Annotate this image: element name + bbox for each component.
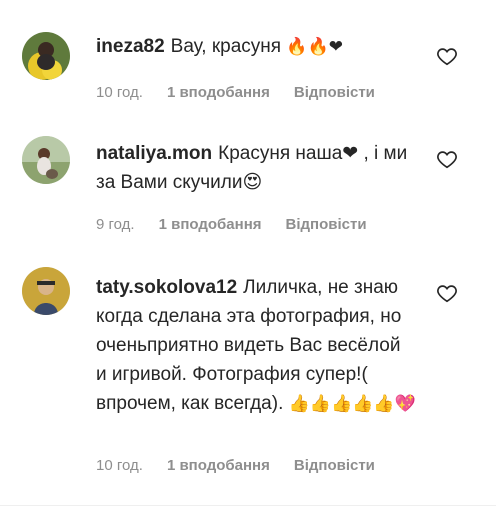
avatar[interactable]	[22, 136, 70, 184]
comment-time[interactable]: 10 год.	[96, 84, 143, 101]
avatar-image-icon	[22, 267, 70, 315]
comment-likes[interactable]: 1 вподобання	[167, 457, 270, 474]
comment-likes[interactable]: 1 вподобання	[159, 216, 262, 233]
avatar-image-icon	[22, 136, 70, 184]
like-heart-icon[interactable]	[436, 45, 458, 67]
comment-text: nataliya.mon Красуня наша❤ , і ми за Вами…	[96, 139, 416, 197]
comment-username[interactable]: ineza82	[96, 36, 165, 57]
avatar[interactable]	[22, 32, 70, 80]
comment-time[interactable]: 10 год.	[96, 457, 143, 474]
comment-emoji: 🔥🔥❤	[286, 37, 343, 57]
reply-button[interactable]: Відповісти	[294, 84, 375, 101]
divider	[0, 505, 496, 506]
comment-meta: 10 год. 1 вподобання Відповісти	[96, 457, 399, 474]
like-heart-icon[interactable]	[436, 282, 458, 304]
avatar[interactable]	[22, 267, 70, 315]
like-heart-icon[interactable]	[436, 148, 458, 170]
comment-likes[interactable]: 1 вподобання	[167, 84, 270, 101]
comment-emoji: 👍👍👍👍👍💖	[288, 394, 416, 414]
reply-button[interactable]: Відповісти	[294, 457, 375, 474]
avatar-image-icon	[22, 32, 70, 80]
comment-body: Вау, красуня	[170, 36, 282, 57]
comment-text: ineza82 Вау, красуня 🔥🔥❤	[96, 32, 416, 62]
reply-button[interactable]: Відповісти	[286, 216, 367, 233]
comment-username[interactable]: nataliya.mon	[96, 143, 212, 164]
comment-meta: 10 год. 1 вподобання Відповісти	[96, 84, 399, 101]
comment-text: taty.sokolova12 Лиличка, не знаю когда сд…	[96, 273, 416, 419]
comment-time[interactable]: 9 год.	[96, 216, 135, 233]
comment-username[interactable]: taty.sokolova12	[96, 277, 237, 298]
comment-meta: 9 год. 1 вподобання Відповісти	[96, 216, 391, 233]
